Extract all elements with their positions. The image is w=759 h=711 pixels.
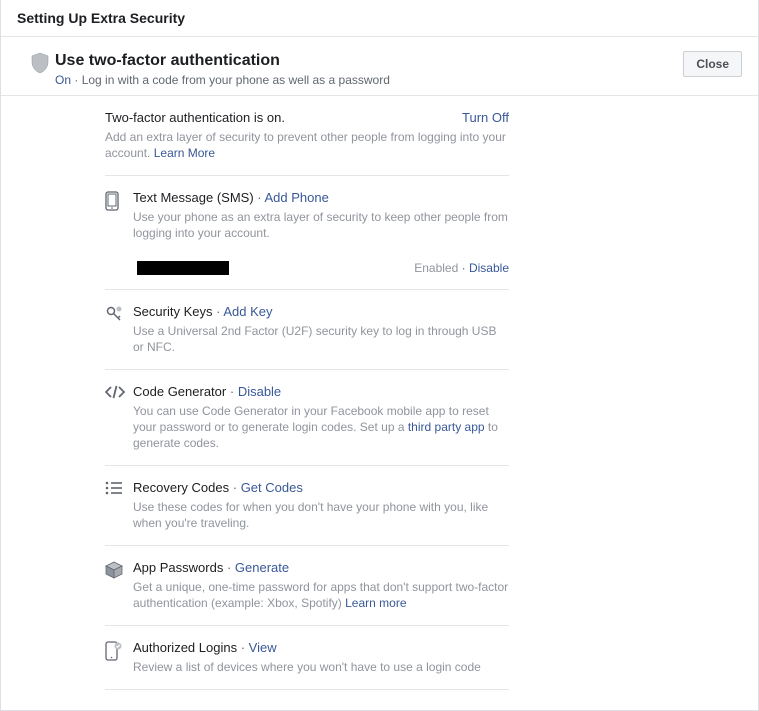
codegen-title: Code Generator bbox=[133, 384, 226, 399]
phone-check-icon bbox=[105, 641, 133, 661]
sms-disable-link[interactable]: Disable bbox=[469, 261, 509, 275]
section-security-keys: Security Keys · Add Key Use a Universal … bbox=[105, 290, 509, 370]
codegen-disable-link[interactable]: Disable bbox=[238, 384, 281, 399]
apppw-desc: Get a unique, one-time password for apps… bbox=[133, 579, 509, 611]
code-icon bbox=[105, 385, 133, 399]
add-phone-link[interactable]: Add Phone bbox=[265, 190, 329, 205]
keys-desc: Use a Universal 2nd Factor (U2F) securit… bbox=[133, 323, 509, 355]
main-title: Use two-factor authentication bbox=[55, 51, 683, 71]
codegen-desc: You can use Code Generator in your Faceb… bbox=[133, 403, 509, 451]
page-title: Setting Up Extra Security bbox=[17, 10, 185, 26]
shield-icon bbox=[31, 53, 55, 73]
status-line: On · Log in with a code from your phone … bbox=[55, 73, 683, 87]
turn-off-link[interactable]: Turn Off bbox=[462, 110, 509, 125]
section-code-generator: Code Generator · Disable You can use Cod… bbox=[105, 370, 509, 466]
intro-block: Two-factor authentication is on. Turn Of… bbox=[105, 96, 509, 176]
intro-desc: Add an extra layer of security to preven… bbox=[105, 129, 509, 161]
add-key-link[interactable]: Add Key bbox=[223, 304, 272, 319]
sms-enabled-label: Enabled bbox=[414, 261, 458, 275]
recovery-title: Recovery Codes bbox=[133, 480, 229, 495]
apppw-title: App Passwords bbox=[133, 560, 223, 575]
sms-title: Text Message (SMS) bbox=[133, 190, 254, 205]
authlogins-desc: Review a list of devices where you won't… bbox=[133, 659, 509, 675]
status-desc: Log in with a code from your phone as we… bbox=[82, 73, 390, 87]
status-on-label: On bbox=[55, 73, 71, 87]
close-button[interactable]: Close bbox=[683, 51, 742, 77]
section-sms: Text Message (SMS) · Add Phone Use your … bbox=[105, 176, 509, 290]
view-link[interactable]: View bbox=[249, 640, 277, 655]
main-header-row: Use two-factor authentication On · Log i… bbox=[1, 37, 758, 96]
cube-icon bbox=[105, 561, 133, 579]
authlogins-title: Authorized Logins bbox=[133, 640, 237, 655]
key-icon bbox=[105, 305, 133, 323]
phone-icon bbox=[105, 191, 133, 211]
section-app-passwords: App Passwords · Generate Get a unique, o… bbox=[105, 546, 509, 626]
sms-desc: Use your phone as an extra layer of secu… bbox=[133, 209, 509, 241]
third-party-app-link[interactable]: third party app bbox=[408, 420, 485, 434]
page-header: Setting Up Extra Security bbox=[1, 0, 758, 37]
learn-more-link[interactable]: Learn More bbox=[154, 146, 215, 160]
redacted-phone bbox=[137, 261, 229, 275]
keys-title: Security Keys bbox=[133, 304, 212, 319]
generate-link[interactable]: Generate bbox=[235, 560, 289, 575]
recovery-desc: Use these codes for when you don't have … bbox=[133, 499, 509, 531]
apppw-learn-more-link[interactable]: Learn more bbox=[345, 596, 406, 610]
section-recovery-codes: Recovery Codes · Get Codes Use these cod… bbox=[105, 466, 509, 546]
intro-heading: Two-factor authentication is on. bbox=[105, 110, 285, 125]
section-authorized-logins: Authorized Logins · View Review a list o… bbox=[105, 626, 509, 690]
get-codes-link[interactable]: Get Codes bbox=[241, 480, 303, 495]
list-icon bbox=[105, 481, 133, 495]
